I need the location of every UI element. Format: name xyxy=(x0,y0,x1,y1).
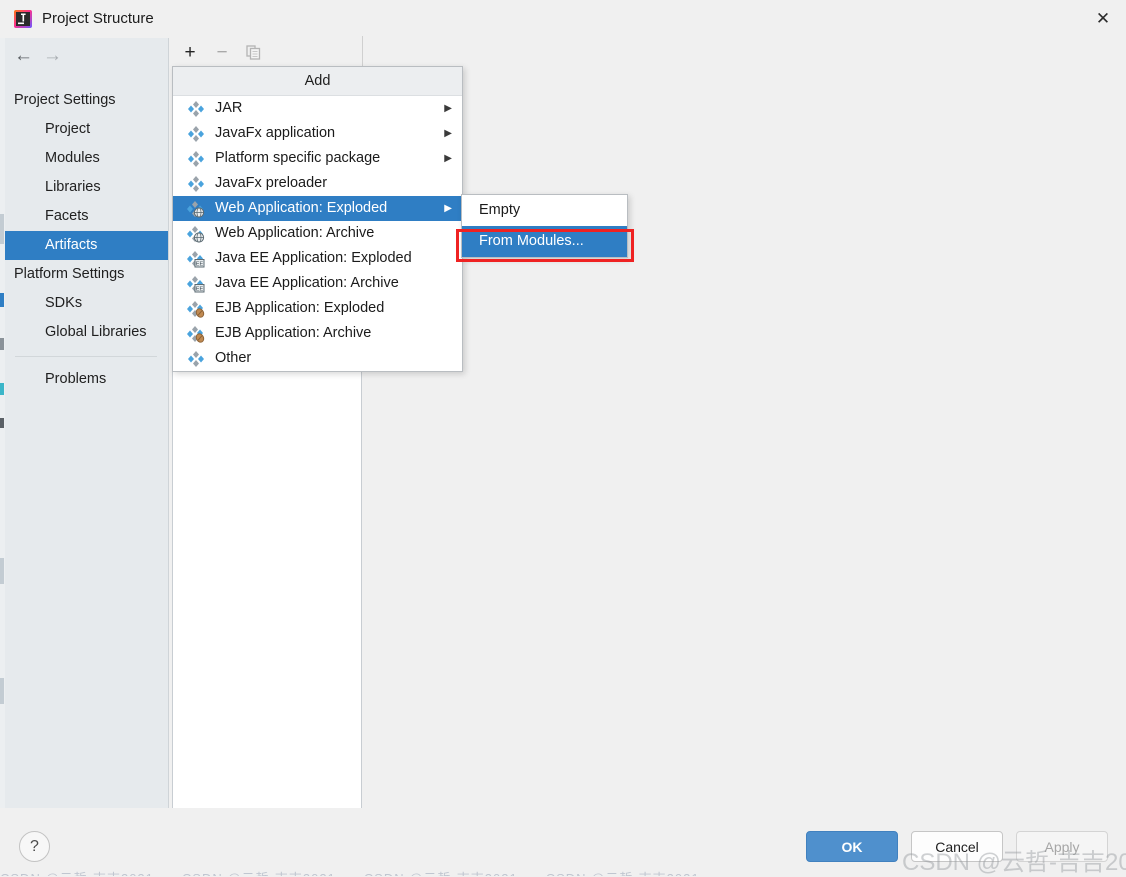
back-arrow-icon[interactable]: ← xyxy=(14,46,33,65)
artifact-icon xyxy=(187,150,205,168)
close-icon[interactable]: ✕ xyxy=(1080,0,1126,38)
help-button[interactable]: ? xyxy=(19,831,50,862)
apply-button[interactable]: Apply xyxy=(1016,831,1108,862)
add-menu-title: Add xyxy=(173,67,462,96)
javaee-artifact-icon: EE xyxy=(187,275,205,293)
svg-text:EE: EE xyxy=(196,287,204,293)
copy-artifact-button[interactable] xyxy=(240,38,266,66)
artifact-details-area xyxy=(363,38,1126,808)
sidebar-scrollbar-track[interactable] xyxy=(8,791,168,804)
artifacts-toolbar: + − xyxy=(169,38,363,66)
menu-item-label: Platform specific package xyxy=(215,150,381,166)
forward-arrow-icon[interactable]: → xyxy=(43,46,62,65)
sidebar-item-libraries[interactable]: Libraries xyxy=(5,173,168,202)
artifact-icon xyxy=(187,100,205,118)
cancel-button[interactable]: Cancel xyxy=(911,831,1003,862)
sidebar-item-problems[interactable]: Problems xyxy=(5,365,168,394)
ejb-artifact-icon xyxy=(187,300,205,318)
copy-icon xyxy=(245,44,260,60)
svg-text:EE: EE xyxy=(196,262,204,268)
menu-item-label: JavaFx application xyxy=(215,125,336,141)
menu-item-label: EJB Application: Archive xyxy=(215,325,372,341)
project-structure-dialog: Project Structure ✕ ← → Project Settings… xyxy=(0,0,1126,876)
menu-item-java-ee-application-archive[interactable]: EE Java EE Application: Archive xyxy=(173,271,462,296)
web-artifact-icon xyxy=(187,225,205,243)
ok-button[interactable]: OK xyxy=(806,831,898,862)
chevron-right-icon: ▶ xyxy=(444,128,452,139)
artifact-icon xyxy=(187,125,205,143)
menu-item-jar[interactable]: JAR ▶ xyxy=(173,96,462,121)
menu-item-web-application-exploded[interactable]: Web Application: Exploded ▶ xyxy=(173,196,462,221)
menu-item-other[interactable]: Other xyxy=(173,346,462,371)
web-application-exploded-submenu: Empty From Modules... xyxy=(461,194,628,258)
menu-item-platform-specific-package[interactable]: Platform specific package ▶ xyxy=(173,146,462,171)
menu-item-label: Java EE Application: Archive xyxy=(215,275,399,291)
sidebar-item-project[interactable]: Project xyxy=(5,115,168,144)
remove-artifact-button[interactable]: − xyxy=(209,38,235,66)
web-artifact-icon xyxy=(187,200,205,218)
chevron-right-icon: ▶ xyxy=(444,203,452,214)
artifact-icon xyxy=(187,350,205,368)
menu-item-label: EJB Application: Exploded xyxy=(215,300,385,316)
add-artifact-menu: Add JAR ▶ JavaFx application ▶ Platform … xyxy=(172,66,463,372)
menu-item-ejb-application-archive[interactable]: EJB Application: Archive xyxy=(173,321,462,346)
settings-sidebar: ← → Project Settings Project Modules Lib… xyxy=(5,38,169,808)
menu-item-javafx-preloader[interactable]: JavaFx preloader xyxy=(173,171,462,196)
sidebar-group-platform-settings: Platform Settings xyxy=(14,266,125,282)
sidebar-item-modules[interactable]: Modules xyxy=(5,144,168,173)
sidebar-divider xyxy=(15,356,157,357)
sidebar-item-global-libraries[interactable]: Global Libraries xyxy=(5,318,168,347)
add-artifact-button[interactable]: + xyxy=(177,38,203,66)
title-bar: Project Structure ✕ xyxy=(0,0,1126,39)
javaee-artifact-icon: EE xyxy=(187,250,205,268)
sidebar-nav-bar: ← → xyxy=(5,38,168,72)
menu-item-label: JAR xyxy=(215,100,243,116)
ejb-artifact-icon xyxy=(187,325,205,343)
artifact-icon xyxy=(187,175,205,193)
window-title: Project Structure xyxy=(42,10,154,27)
submenu-item-empty[interactable]: Empty xyxy=(462,195,627,226)
sidebar-item-artifacts[interactable]: Artifacts xyxy=(5,231,168,260)
menu-item-label: Other xyxy=(215,350,252,366)
menu-item-java-ee-application-exploded[interactable]: EE Java EE Application: Exploded xyxy=(173,246,462,271)
menu-item-javafx-application[interactable]: JavaFx application ▶ xyxy=(173,121,462,146)
sidebar-item-sdks[interactable]: SDKs xyxy=(5,289,168,318)
intellij-idea-icon xyxy=(13,9,33,29)
menu-item-label: Web Application: Archive xyxy=(215,225,375,241)
menu-item-ejb-application-exploded[interactable]: EJB Application: Exploded xyxy=(173,296,462,321)
sidebar-group-project-settings: Project Settings xyxy=(14,92,116,108)
chevron-right-icon: ▶ xyxy=(444,103,452,114)
menu-item-label: Web Application: Exploded xyxy=(215,200,388,216)
menu-item-label: Java EE Application: Exploded xyxy=(215,250,412,266)
menu-item-web-application-archive[interactable]: Web Application: Archive xyxy=(173,221,462,246)
menu-item-label: JavaFx preloader xyxy=(215,175,328,191)
chevron-right-icon: ▶ xyxy=(444,153,452,164)
sidebar-item-facets[interactable]: Facets xyxy=(5,202,168,231)
submenu-item-from-modules[interactable]: From Modules... xyxy=(462,226,627,257)
